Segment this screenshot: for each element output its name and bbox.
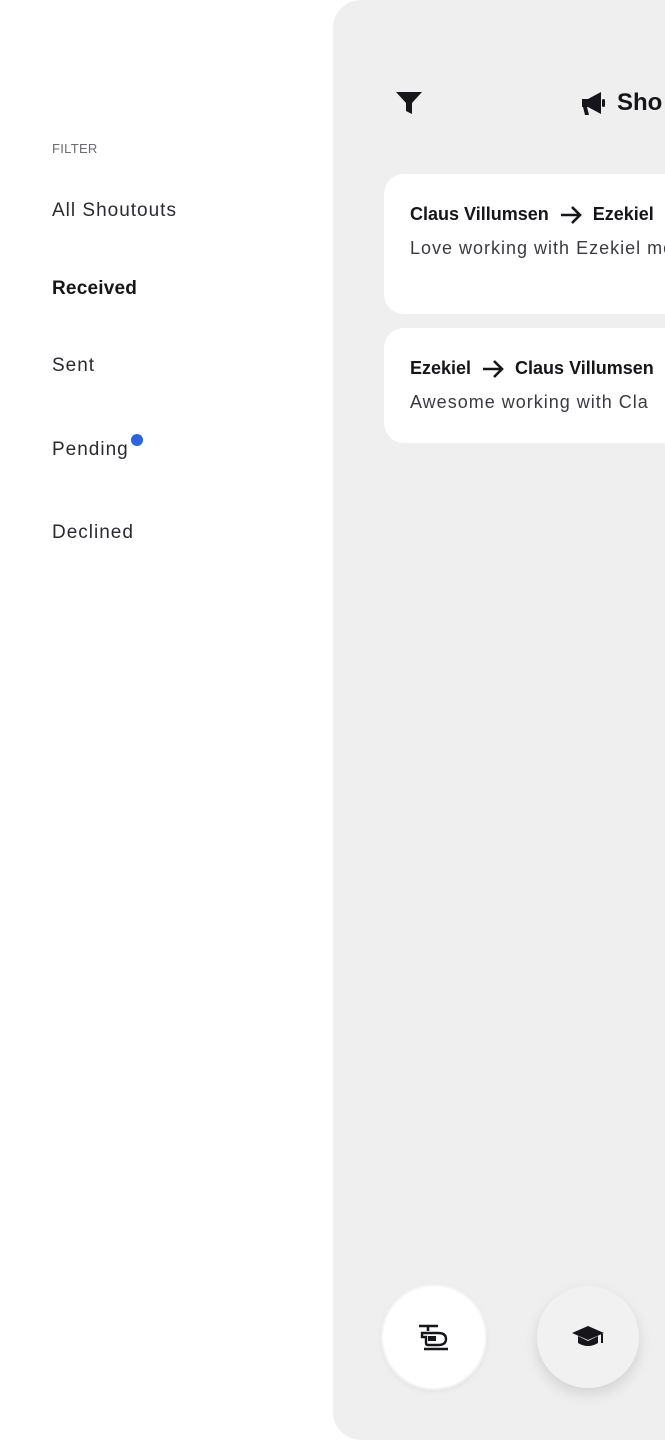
pending-badge [131, 434, 143, 446]
filter-item-all-shoutouts[interactable]: All Shoutouts [52, 200, 177, 222]
filter-item-received[interactable]: Received [52, 278, 137, 300]
filter-drawer: FILTER All Shoutouts Received Sent Pendi… [0, 0, 333, 1440]
filter-item-declined[interactable]: Declined [52, 522, 134, 544]
learning-button[interactable] [537, 1286, 639, 1388]
shoutout-header: Ezekiel Claus Villumsen [410, 358, 665, 379]
filter-item-pending[interactable]: Pending [52, 439, 129, 461]
shoutout-header: Claus Villumsen Ezekiel [410, 204, 665, 225]
shoutouts-panel: Sho Claus Villumsen Ezekiel Love working… [333, 0, 665, 1440]
graduation-cap-icon [572, 1326, 604, 1346]
shoutout-card[interactable]: Ezekiel Claus Villumsen Awesome working … [384, 328, 665, 443]
shoutout-message: Awesome working with Cla [410, 392, 649, 412]
shoutout-from: Ezekiel [410, 358, 472, 378]
shoutout-from: Claus Villumsen [410, 204, 549, 224]
filter-icon[interactable] [395, 90, 423, 116]
page-title: Sho [579, 86, 662, 120]
megaphone-icon [582, 92, 605, 115]
shoutout-to: Claus Villumsen [515, 358, 654, 378]
page-title-text: Sho [617, 89, 663, 116]
shoutout-message: Love working with Ezekiel mode. [410, 238, 665, 258]
shoutout-card[interactable]: Claus Villumsen Ezekiel Love working wit… [384, 174, 665, 314]
shoutout-to: Ezekiel [592, 204, 654, 224]
arrow-right-icon [560, 205, 582, 224]
filter-item-sent[interactable]: Sent [52, 355, 95, 377]
helicopter-button[interactable] [383, 1286, 485, 1388]
arrow-right-icon [483, 359, 504, 378]
filter-heading: FILTER [52, 141, 98, 156]
helicopter-icon [419, 1324, 448, 1351]
